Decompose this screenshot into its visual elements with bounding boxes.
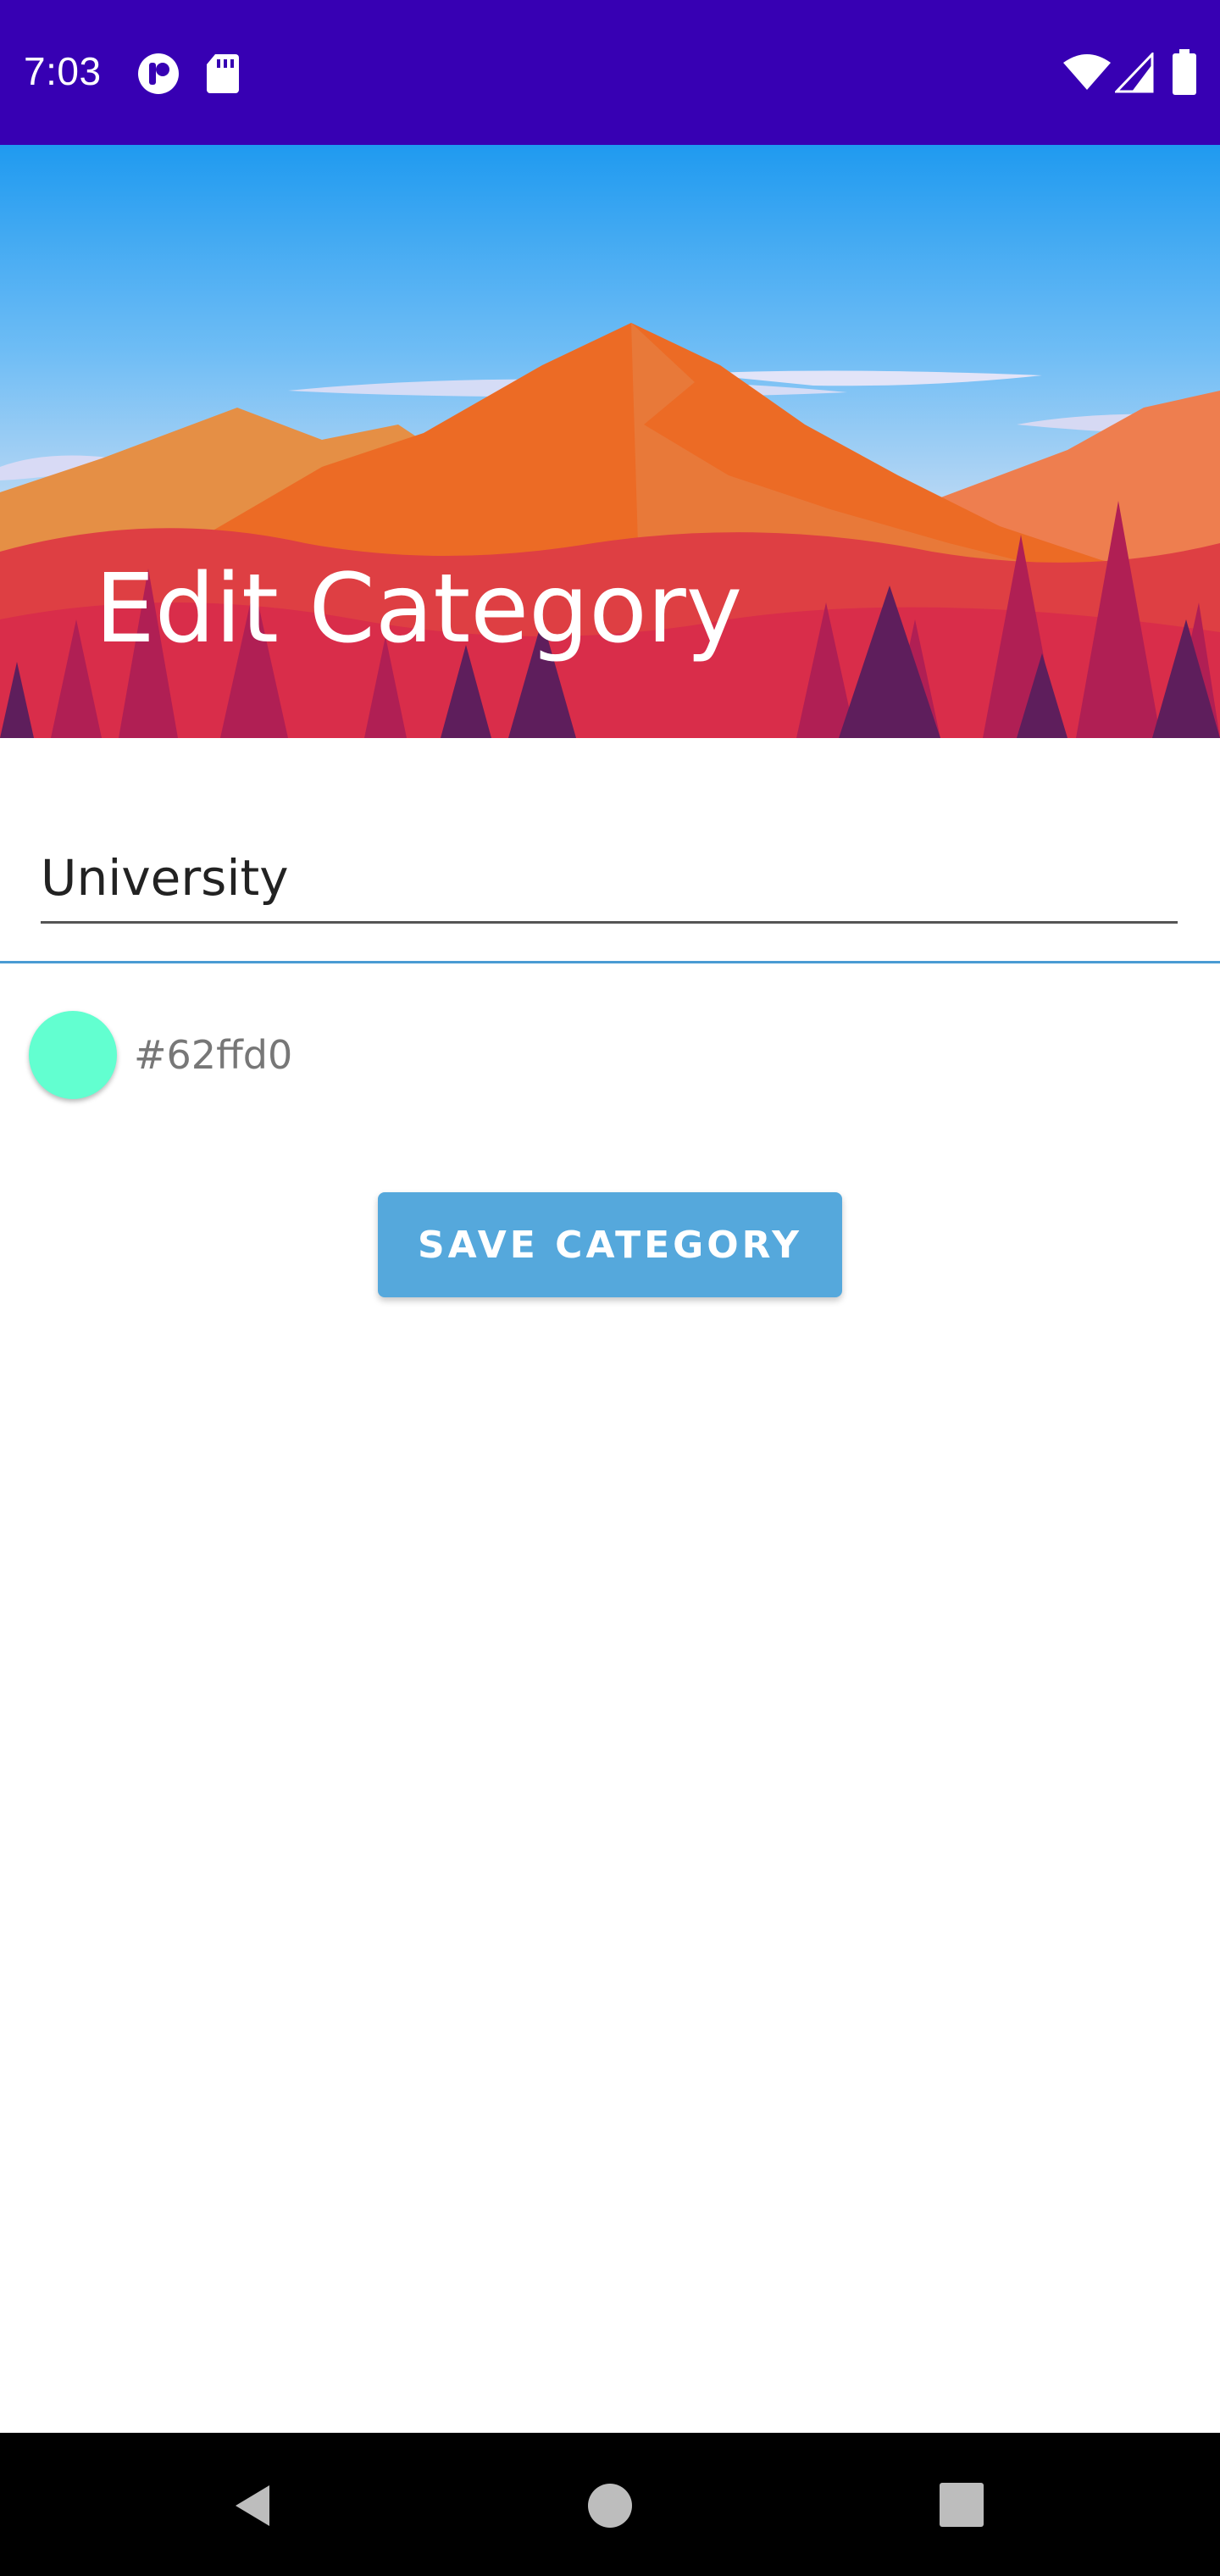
divider — [0, 961, 1220, 963]
navigation-bar — [0, 2433, 1220, 2576]
color-hex-label: #62ffd0 — [134, 1032, 293, 1078]
status-time: 7:03 — [24, 49, 102, 93]
cell-signal-icon — [1115, 53, 1154, 93]
sd-card-icon — [207, 54, 239, 93]
category-name-input[interactable] — [41, 835, 1178, 924]
account-circle-icon — [138, 53, 179, 94]
color-picker-row[interactable]: #62ffd0 — [29, 1010, 292, 1100]
wifi-icon — [1063, 54, 1111, 90]
color-swatch[interactable] — [29, 1011, 117, 1099]
recents-icon[interactable] — [939, 2482, 984, 2528]
battery-icon — [1173, 49, 1196, 95]
page-title: Edit Category — [95, 554, 743, 664]
save-category-button[interactable]: SAVE CATEGORY — [378, 1192, 842, 1297]
home-icon[interactable] — [586, 2482, 634, 2529]
header-banner: Edit Category — [0, 145, 1220, 738]
status-bar: 7:03 — [0, 0, 1220, 145]
back-icon[interactable] — [227, 2480, 278, 2531]
